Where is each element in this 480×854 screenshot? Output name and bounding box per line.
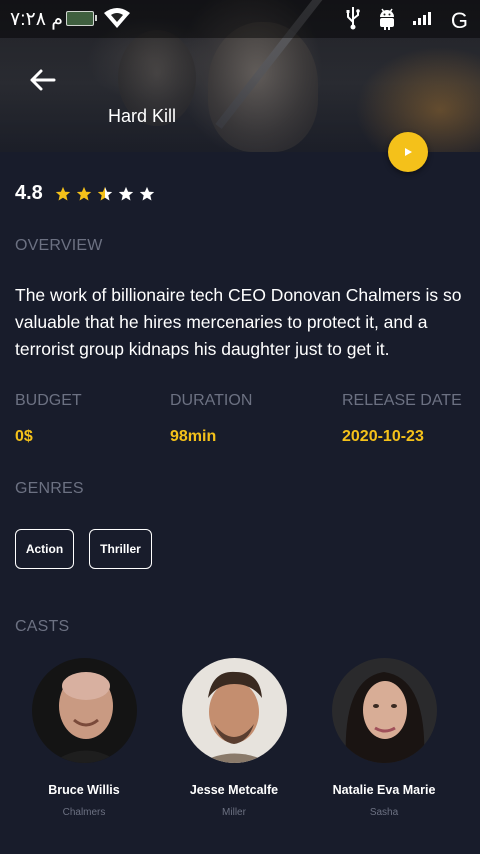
star-icon <box>55 186 71 201</box>
cast-item[interactable]: Bruce Willis Chalmers <box>9 658 159 818</box>
status-bar: ۷:۲۸ م G <box>0 0 480 38</box>
release-date-value: 2020-10-23 <box>342 428 424 445</box>
back-button[interactable] <box>26 64 58 96</box>
network-type: G <box>450 7 468 33</box>
cast-photo <box>31 658 137 763</box>
budget-label: BUDGET <box>15 392 82 409</box>
play-icon <box>405 148 412 156</box>
cast-name: Bruce Willis <box>48 783 120 797</box>
duration-value: 98min <box>170 428 217 445</box>
status-time: ۷:۲۸ م <box>10 9 63 30</box>
rating-value: 4.8 <box>15 182 43 204</box>
play-trailer-button[interactable] <box>388 132 428 172</box>
wifi-icon <box>103 6 131 35</box>
signal-icon <box>412 11 435 30</box>
android-icon <box>377 6 397 35</box>
overview-label: OVERVIEW <box>15 237 103 254</box>
cast-role: Sasha <box>369 807 399 818</box>
genre-chip-thriller[interactable]: Thriller <box>89 529 152 569</box>
genres-label: GENRES <box>15 480 84 497</box>
release-date-label: RELEASE DATE <box>342 392 462 409</box>
star-icon <box>139 186 155 201</box>
genre-chip-action[interactable]: Action <box>15 529 74 569</box>
rating-row: 4.8 <box>15 182 155 205</box>
usb-icon <box>345 6 361 35</box>
star-icon <box>97 186 113 201</box>
cast-name: Natalie Eva Marie <box>332 783 436 797</box>
arrow-left-icon <box>30 69 56 91</box>
star-icon <box>76 186 92 201</box>
cast-role: Chalmers <box>62 807 106 818</box>
star-icon <box>118 186 134 201</box>
battery-icon <box>66 11 97 26</box>
cast-photo <box>331 658 437 763</box>
movie-title: Hard Kill <box>108 106 177 126</box>
cast-name: Jesse Metcalfe <box>189 783 279 797</box>
cast-item[interactable]: Natalie Eva Marie Sasha <box>309 658 459 818</box>
cast-item[interactable]: Jesse Metcalfe Miller <box>159 658 309 818</box>
budget-value: 0$ <box>15 428 33 445</box>
overview-text: The work of billionaire tech CEO Donovan… <box>15 285 462 359</box>
cast-photo <box>181 658 287 763</box>
star-rating <box>55 186 155 202</box>
duration-label: DURATION <box>170 392 253 409</box>
casts-label: CASTS <box>15 618 70 635</box>
cast-role: Miller <box>222 807 246 818</box>
